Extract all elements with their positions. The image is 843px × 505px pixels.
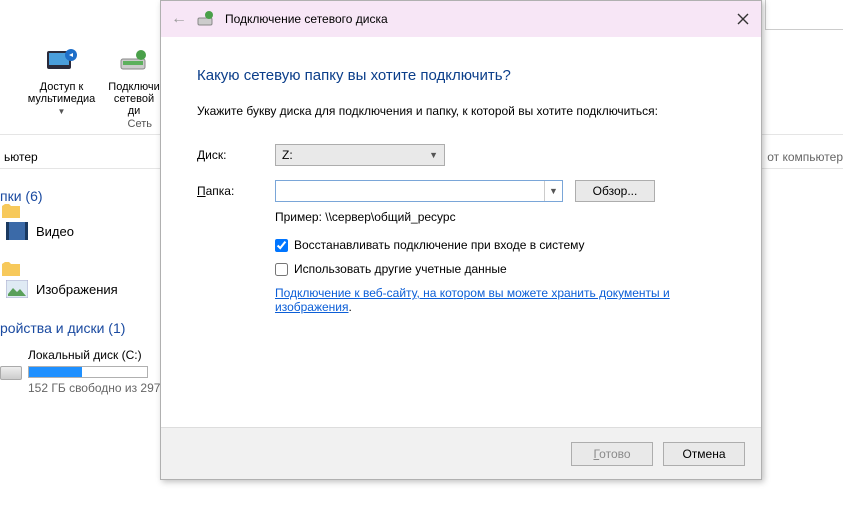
folder-videos[interactable]: Видео — [6, 222, 74, 240]
ribbon-label: сетевой ди — [108, 93, 160, 117]
drive-select[interactable]: Z: ▼ — [275, 144, 445, 166]
ribbon-label: мультимедиа ▼ — [25, 93, 98, 117]
othercreds-checkbox-row[interactable]: Использовать другие учетные данные — [275, 262, 725, 276]
disk-free: 152 ГБ свободно из 297 — [28, 381, 160, 395]
ribbon-group-label: Сеть — [0, 118, 160, 130]
section-folders-header[interactable]: пки (6) — [0, 188, 43, 204]
image-thumb-icon — [6, 280, 28, 298]
folder-input[interactable] — [276, 181, 544, 201]
dialog-body: Какую сетевую папку вы хотите подключить… — [161, 37, 761, 427]
website-storage-link[interactable]: Подключение к веб-сайту, на котором вы м… — [275, 286, 670, 314]
disk-name: Локальный диск (C:) — [28, 348, 160, 362]
disk-usage-bar — [28, 366, 148, 378]
ribbon-label: Доступ к — [40, 81, 84, 93]
ribbon-label: Подключи — [108, 81, 159, 93]
close-icon — [737, 13, 749, 25]
close-button[interactable] — [733, 9, 753, 29]
drive-row: Диск: Z: ▼ — [197, 144, 725, 166]
browse-button[interactable]: Обзор... — [575, 180, 655, 202]
cancel-button[interactable]: Отмена — [663, 442, 745, 466]
chevron-down-icon: ▼ — [429, 150, 438, 160]
folder-images[interactable]: Изображения — [6, 280, 118, 298]
video-thumb-icon — [6, 222, 28, 240]
folder-icon — [2, 262, 20, 276]
folder-label: Изображения — [36, 282, 118, 297]
dialog-heading: Какую сетевую папку вы хотите подключить… — [197, 67, 725, 84]
dialog-titlebar[interactable]: ← Подключение сетевого диска — [161, 1, 761, 37]
monitor-media-icon — [45, 45, 79, 79]
breadcrumb[interactable]: ьютер — [0, 150, 38, 164]
dialog-footer: Готово Отмена — [161, 427, 761, 479]
network-drive-icon — [197, 10, 215, 28]
folder-icon — [2, 204, 20, 218]
website-link-row: Подключение к веб-сайту, на котором вы м… — [275, 286, 725, 314]
disk-icon — [0, 366, 22, 380]
drive-label: Диск: — [197, 148, 275, 162]
drive-select-value: Z: — [282, 148, 293, 162]
local-disk[interactable]: Локальный диск (C:) 152 ГБ свободно из 2… — [28, 348, 160, 395]
chevron-down-icon[interactable]: ▼ — [544, 181, 562, 201]
network-drive-icon — [117, 45, 151, 79]
section-devices-header[interactable]: ройства и диски (1) — [0, 320, 125, 336]
map-network-drive-dialog: ← Подключение сетевого диска Какую сетев… — [160, 0, 762, 480]
folder-combobox[interactable]: ▼ — [275, 180, 563, 202]
othercreds-label: Использовать другие учетные данные — [294, 262, 507, 276]
reconnect-label: Восстанавливать подключение при входе в … — [294, 238, 585, 252]
othercreds-checkbox[interactable] — [275, 263, 288, 276]
folder-row: Папка: ▼ Обзор... — [197, 180, 725, 202]
folder-label: Видео — [36, 224, 74, 239]
example-text: Пример: \\сервер\общий_ресурс — [275, 210, 725, 224]
back-arrow-icon[interactable]: ← — [171, 10, 187, 28]
reconnect-checkbox[interactable] — [275, 239, 288, 252]
reconnect-checkbox-row[interactable]: Восстанавливать подключение при входе в … — [275, 238, 725, 252]
folder-label: Папка: — [197, 184, 275, 198]
breadcrumb-right: от компьютер — [767, 150, 843, 164]
window-fragment — [765, 0, 843, 30]
dialog-title: Подключение сетевого диска — [225, 12, 388, 26]
dialog-instruction: Укажите букву диска для подключения и па… — [197, 104, 725, 118]
finish-button[interactable]: Готово — [571, 442, 653, 466]
